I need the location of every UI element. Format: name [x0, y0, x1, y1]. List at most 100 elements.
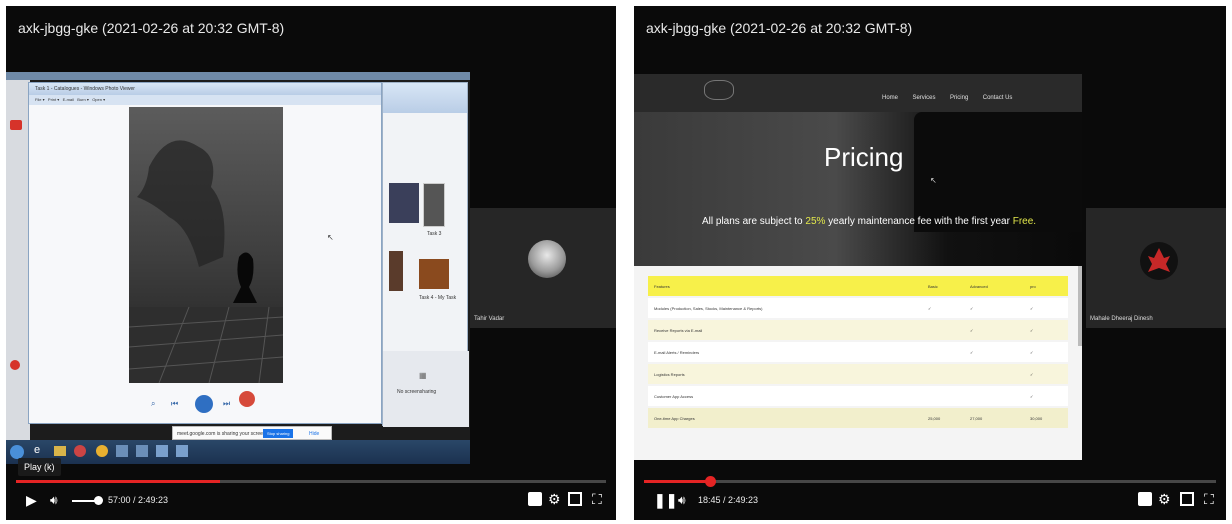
row-pro: ✓: [1030, 372, 1034, 377]
fullscreen-icon[interactable]: ⛶: [1204, 491, 1214, 507]
chrome-icon[interactable]: [96, 445, 108, 457]
row-feature: Logistics Reports: [654, 372, 685, 377]
shared-screen: Task 3 Task 4 - My Task ▦ No screenshari…: [6, 72, 470, 464]
nav-services[interactable]: Services: [912, 95, 935, 101]
grid-icon[interactable]: ▦: [419, 371, 427, 380]
header-advanced: Advanced: [970, 284, 988, 289]
settings-gear-icon[interactable]: ⚙: [1158, 491, 1171, 507]
table-row: One-time App Charges 25,000 27,000 30,00…: [648, 408, 1068, 428]
app-icon[interactable]: [156, 445, 168, 457]
start-button[interactable]: [10, 445, 24, 459]
desktop-titlebar: [6, 72, 470, 80]
viewer-controls: ⌕ ⏮ ⏭: [139, 391, 279, 415]
record-icon: [10, 120, 22, 130]
hero-banner: ↖ Pricing All plans are subject to 25% y…: [634, 112, 1082, 266]
taskbar-clock: [416, 446, 456, 458]
maintenance-note: All plans are subject to 25% yearly main…: [702, 216, 1036, 227]
explorer-toolbar: [383, 83, 467, 113]
app-icon[interactable]: [176, 445, 188, 457]
time-display: 57:00 / 2:49:23: [108, 495, 169, 505]
video-title: axk-jbgg-gke (2021-02-26 at 20:32 GMT-8): [646, 20, 913, 36]
app-icon[interactable]: [116, 445, 128, 457]
nav-contact[interactable]: Contact Us: [983, 95, 1013, 101]
miniplayer-icon[interactable]: [1180, 492, 1194, 506]
header-features: Features: [654, 284, 670, 289]
row-pro: ✓: [1030, 394, 1034, 399]
previous-icon[interactable]: ⏮: [171, 399, 178, 409]
play-icon[interactable]: ▶: [26, 492, 37, 508]
video-title: axk-jbgg-gke (2021-02-26 at 20:32 GMT-8): [18, 20, 285, 36]
row-advanced: ✓: [970, 350, 974, 355]
header-pro: pro: [1030, 284, 1036, 289]
avatar-logo-icon: [1148, 248, 1170, 272]
subtitles-icon[interactable]: [528, 492, 542, 506]
video-player-left[interactable]: axk-jbgg-gke (2021-02-26 at 20:32 GMT-8)…: [6, 6, 616, 520]
table-row: E-mail Alerts / Reminders ✓ ✓: [648, 342, 1068, 362]
photo-viewer-window: Task 1 - Catalogues - Windows Photo View…: [28, 82, 382, 424]
volume-knob[interactable]: [94, 496, 103, 505]
table-row: Receive Reports via E-mail ✓ ✓: [648, 320, 1068, 340]
menu-item[interactable]: Open: [92, 97, 102, 102]
header-basic: Basic: [928, 284, 938, 289]
ie-icon[interactable]: e: [34, 444, 40, 456]
panel-label: No screensharing: [397, 389, 437, 395]
stop-sharing-button[interactable]: Stop sharing: [263, 429, 294, 438]
progress-bar[interactable]: [644, 476, 1216, 487]
table-row: Customer App Access ✓: [648, 386, 1068, 406]
menu-item[interactable]: File: [35, 97, 41, 102]
progress-fill: [16, 480, 220, 483]
row-pro: ✓: [1030, 350, 1034, 355]
thumbnail-image[interactable]: [389, 183, 419, 223]
table-header-row: Features Basic Advanced pro: [648, 276, 1068, 296]
slideshow-button[interactable]: [195, 395, 213, 413]
mouse-cursor-icon: ↖: [327, 233, 334, 242]
nav-pricing[interactable]: Pricing: [950, 95, 968, 101]
row-advanced: ✓: [970, 306, 974, 311]
scrubber-handle[interactable]: [704, 476, 716, 487]
volume-icon[interactable]: 🔊︎: [50, 492, 58, 508]
thumbnail-image[interactable]: [389, 251, 403, 291]
player-controls: ❚❚ 🔊︎ 18:45 / 2:49:23 ⚙ ⛶: [634, 476, 1226, 520]
participant-tile: Tahir Vadar: [470, 208, 616, 328]
hide-button[interactable]: Hide: [309, 431, 319, 437]
zoom-icon[interactable]: ⌕: [151, 399, 155, 409]
thumbnail-image[interactable]: [423, 183, 445, 227]
page-scrollbar[interactable]: [1078, 266, 1082, 346]
menu-item[interactable]: E-mail: [63, 97, 74, 102]
progress-bar[interactable]: [16, 480, 606, 483]
app-icon[interactable]: [74, 445, 86, 457]
row-basic: 25,000: [928, 416, 941, 421]
row-pro: ✓: [1030, 306, 1034, 311]
row-basic: ✓: [928, 306, 932, 311]
app-icon[interactable]: [136, 445, 148, 457]
pause-icon[interactable]: ❚❚: [654, 492, 677, 508]
mouse-cursor-icon: ↖: [930, 176, 937, 185]
volume-icon[interactable]: 🔊︎: [678, 492, 686, 508]
subtitles-icon[interactable]: [1138, 492, 1152, 506]
status-dot-icon: [10, 360, 20, 370]
fullscreen-icon[interactable]: ⛶: [592, 491, 602, 507]
avatar: [1140, 242, 1178, 280]
nav-home[interactable]: Home: [882, 95, 898, 101]
miniplayer-icon[interactable]: [568, 492, 582, 506]
player-controls: ▶ 🔊︎ 57:00 / 2:49:23 ⚙ ⛶: [6, 480, 616, 520]
menu-item[interactable]: Burn: [77, 97, 85, 102]
chess-horse-photo: [129, 107, 283, 383]
delete-icon[interactable]: [239, 391, 255, 407]
participant-tile: Mahale Dheeraj Dinesh: [1086, 208, 1226, 328]
menu-item[interactable]: Print: [48, 97, 56, 102]
next-icon[interactable]: ⏭: [223, 399, 230, 409]
hero-device-image: [914, 112, 1082, 232]
table-row: Modules (Production, Sales, Stocks, Main…: [648, 298, 1068, 318]
participant-name: Tahir Vadar: [474, 316, 505, 322]
thumbnail-image[interactable]: [419, 259, 449, 289]
settings-gear-icon[interactable]: ⚙: [548, 491, 561, 507]
site-logo: [704, 80, 734, 100]
video-player-right[interactable]: axk-jbgg-gke (2021-02-26 at 20:32 GMT-8)…: [634, 6, 1226, 520]
note-free: Free.: [1012, 216, 1037, 227]
row-pro: 30,000: [1030, 416, 1043, 421]
folder-icon[interactable]: [54, 446, 66, 456]
progress-fill: [644, 480, 710, 483]
photo-viewer-menu: File ▾ Print ▾ E-mail Burn ▾ Open ▾: [29, 95, 381, 105]
photo-viewer-titlebar: Task 1 - Catalogues - Windows Photo View…: [29, 83, 381, 95]
